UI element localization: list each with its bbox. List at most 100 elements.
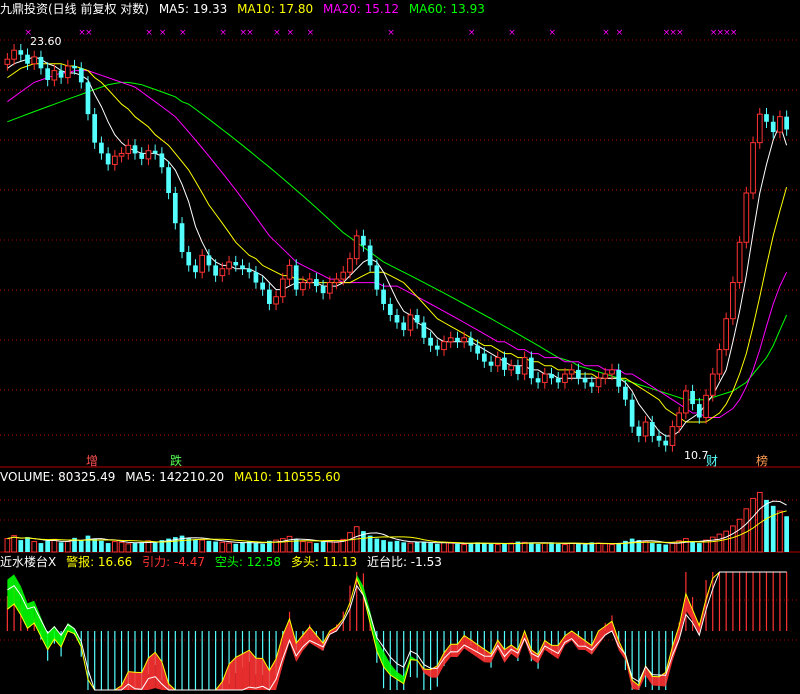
candle-body-down [656, 435, 662, 441]
volume-bar-down [663, 544, 669, 552]
candle-body-down [555, 378, 561, 383]
volume-bar-up [4, 538, 11, 553]
candle-body-down [616, 369, 622, 387]
volume-bar-up [461, 544, 468, 553]
candle-body-down [414, 314, 420, 323]
candle-body-up [31, 56, 38, 65]
candle-body-down [260, 282, 265, 290]
candle-body-up [111, 155, 118, 165]
volume-bar-up [609, 544, 615, 553]
volume-bar-up [521, 541, 528, 553]
candle-body-down [374, 265, 380, 290]
mark-cai[interactable]: 财 [706, 454, 718, 468]
indicator-band [450, 644, 458, 658]
candle-body-down [253, 272, 259, 283]
candle-body-down [38, 56, 44, 69]
candle-body-up [736, 241, 743, 284]
candle-body-up [407, 314, 414, 331]
volume-bar-down [576, 543, 581, 552]
volume-bar-down [414, 541, 420, 552]
candle-body-up [494, 357, 501, 367]
volume-bar-down [488, 543, 494, 552]
candle-body-down [233, 262, 239, 266]
candle-body-down [475, 345, 480, 354]
candle-body-down [770, 121, 776, 133]
volume-bar-down [764, 499, 769, 552]
candle-body-up [730, 282, 736, 320]
signal-marker: × [387, 28, 395, 38]
volume-bar-down [649, 543, 655, 552]
candle-body-down [502, 357, 507, 370]
candle-body-up [709, 373, 716, 396]
volume-ma5-line [7, 500, 787, 545]
signal-marker: × [602, 28, 610, 38]
ma10-line [7, 63, 788, 423]
candle-body-down [387, 303, 393, 315]
volume-bar-down [105, 543, 111, 552]
candle-body-down [240, 265, 245, 269]
volume-bar-up [447, 542, 454, 553]
candle-body-down [434, 345, 440, 350]
volume-bar-down [394, 540, 400, 552]
candle-body-down [85, 82, 91, 115]
volume-bar-up [118, 541, 125, 553]
signal-marker: × [159, 28, 167, 38]
candle-body-down [25, 54, 30, 64]
candle-body-down [529, 357, 534, 379]
candle-body-down [784, 116, 789, 130]
mark-zeng[interactable]: 增 [86, 454, 98, 468]
volume-bar-down [529, 543, 534, 552]
indicator-band [262, 658, 270, 690]
candle-body-down [582, 378, 588, 383]
volume-bar-down [314, 543, 319, 552]
candle-body-up [756, 113, 763, 144]
candle-body-up [118, 152, 125, 157]
candle-body-down [172, 192, 178, 224]
candle-body-down [139, 153, 145, 159]
volume-bar-up [326, 541, 333, 553]
volume-bar-down [253, 543, 259, 552]
volume-bar-down [656, 543, 662, 552]
candle-body-up [521, 357, 528, 375]
candle-body-down [649, 422, 655, 436]
volume-bar-up [669, 542, 676, 553]
mark-bang[interactable]: 榜 [756, 453, 768, 468]
volume-bars [4, 491, 789, 553]
indicator-band [229, 657, 236, 690]
volume-bar-up [11, 535, 17, 553]
volume-bar-down [535, 543, 541, 552]
candle-body-up [273, 296, 279, 305]
volume-bar-down [260, 543, 265, 552]
candle-body-up [333, 278, 340, 284]
indicator-band [652, 676, 659, 686]
volume-ma10-line [7, 510, 787, 545]
candle-body-down [293, 265, 299, 290]
volume-bar-down [240, 542, 245, 552]
volume-bar-up [125, 543, 132, 553]
volume-bar-up [51, 538, 58, 553]
candle-body-up [347, 258, 353, 273]
volume-bar-up [777, 510, 783, 553]
candle-body-down [696, 404, 702, 418]
volume-bar-down [549, 542, 554, 552]
volume-bar-down [629, 538, 635, 552]
candle-body-up [508, 365, 515, 371]
volume-bar-down [38, 543, 44, 552]
volume-bar-up [64, 541, 71, 553]
candle-body-down [421, 322, 427, 338]
candle-body-down [213, 265, 218, 276]
chart-canvas[interactable]: × × × × × × × × × × × × × × × × × × × × × × × × × 23.60 10.7 增 跌… [0, 0, 800, 694]
volume-bar-down [582, 544, 588, 552]
candle-body-up [199, 254, 206, 273]
candle-body-up [541, 373, 548, 383]
volume-bar-down [18, 540, 24, 552]
mark-die[interactable]: 跌 [170, 453, 182, 468]
signal-marker: × [179, 28, 187, 38]
candle-body-down [576, 369, 581, 379]
candle-body-up [279, 278, 286, 298]
volume-bar-down [468, 543, 474, 552]
indicator-band [235, 653, 243, 690]
signal-marker: × [219, 28, 227, 38]
volume-bar-down [78, 540, 84, 552]
candle-body-down [401, 322, 407, 331]
